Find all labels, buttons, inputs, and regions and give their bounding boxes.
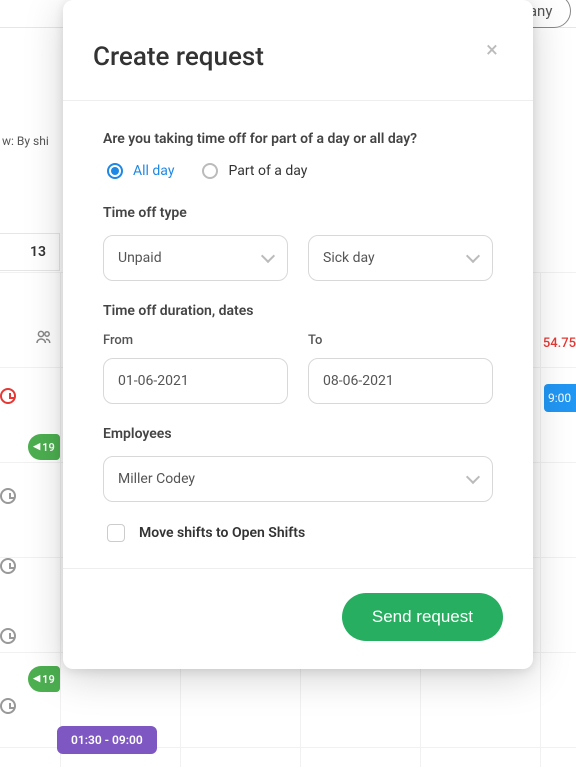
radio-label: All day xyxy=(133,163,174,179)
nav-prev-b[interactable]: ◀19 xyxy=(28,666,60,692)
time-off-category-select[interactable]: Unpaid xyxy=(103,235,288,281)
question-label: Are you taking time off for part of a da… xyxy=(103,131,493,147)
create-request-modal: Create request × Are you taking time off… xyxy=(63,0,533,669)
view-mode-label: w: By shi xyxy=(2,134,49,148)
send-request-button[interactable]: Send request xyxy=(342,593,503,641)
radio-dot-icon xyxy=(202,163,218,179)
employees-select[interactable]: Miller Codey xyxy=(103,456,493,502)
nav-prev-a[interactable]: ◀19 xyxy=(28,434,60,460)
to-label: To xyxy=(308,333,493,348)
input-value: 01-06-2021 xyxy=(118,373,189,389)
duration-radio-group: All day Part of a day xyxy=(103,163,493,179)
radio-all-day[interactable]: All day xyxy=(107,163,174,179)
from-label: From xyxy=(103,333,288,348)
radio-label: Part of a day xyxy=(228,163,307,179)
clock-icon xyxy=(0,558,16,574)
radio-dot-icon xyxy=(107,163,123,179)
from-date-input[interactable]: 01-06-2021 xyxy=(103,358,288,404)
nav-prev-label: 19 xyxy=(42,673,55,686)
type-label: Time off type xyxy=(103,205,493,221)
clock-icon xyxy=(0,628,16,644)
chevron-down-icon xyxy=(261,249,275,263)
chevron-down-icon xyxy=(466,470,480,484)
shift-pill-blue[interactable]: 9:00 xyxy=(544,384,576,412)
people-icon xyxy=(36,330,52,348)
duration-label: Time off duration, dates xyxy=(103,303,493,319)
nav-prev-label: 19 xyxy=(42,441,55,454)
divider xyxy=(63,568,533,569)
modal-title: Create request xyxy=(93,42,503,72)
employees-label: Employees xyxy=(103,426,493,442)
clock-icon xyxy=(0,388,16,404)
clock-icon xyxy=(0,698,16,714)
clock-icon xyxy=(0,488,16,504)
select-value: Miller Codey xyxy=(118,471,195,487)
day-header: 13 xyxy=(0,233,60,271)
divider xyxy=(63,100,533,101)
to-date-input[interactable]: 08-06-2021 xyxy=(308,358,493,404)
radio-part-day[interactable]: Part of a day xyxy=(202,163,307,179)
select-value: Sick day xyxy=(323,250,375,266)
checkbox-label: Move shifts to Open Shifts xyxy=(139,525,305,541)
time-off-subtype-select[interactable]: Sick day xyxy=(308,235,493,281)
shift-pill-purple[interactable]: 01:30 - 09:00 xyxy=(57,726,157,754)
input-value: 08-06-2021 xyxy=(323,373,394,389)
select-value: Unpaid xyxy=(118,250,162,266)
close-icon[interactable]: × xyxy=(481,42,503,64)
overtime-value: 54.75 xyxy=(543,336,576,351)
modal-footer: Send request xyxy=(93,593,503,641)
move-shifts-checkbox[interactable] xyxy=(107,524,125,542)
chevron-down-icon xyxy=(466,249,480,263)
move-shifts-row: Move shifts to Open Shifts xyxy=(107,524,493,542)
